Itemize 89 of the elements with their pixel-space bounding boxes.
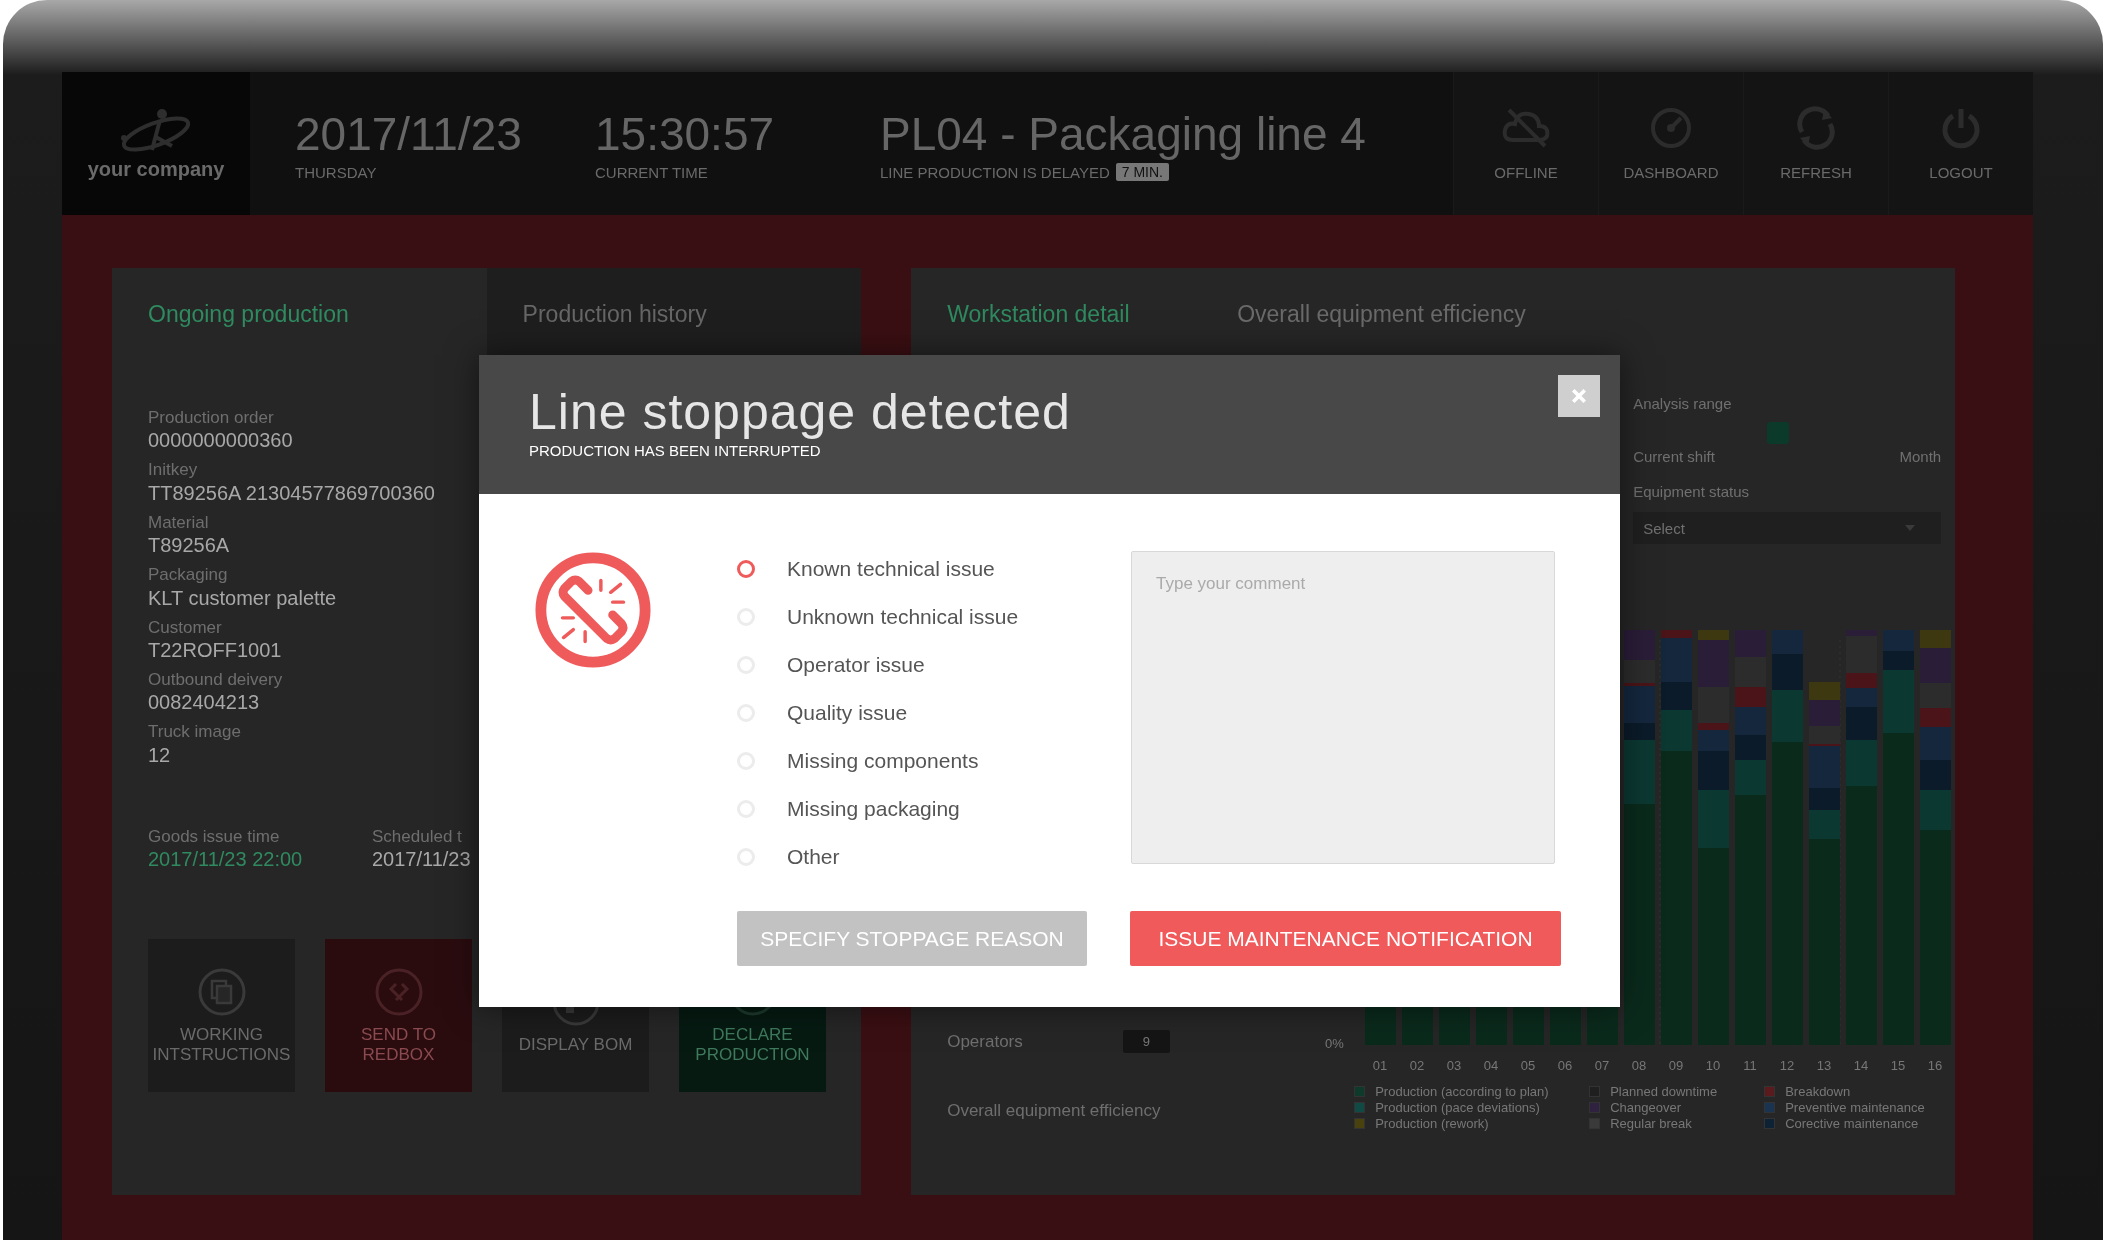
x-axis-label: 13 [1816,1058,1832,1073]
x-axis-label: 15 [1890,1058,1906,1073]
cloud-slash-icon [1501,106,1551,150]
field-label: Outbound deivery [148,669,283,691]
field-label: Production order [148,408,274,429]
legend-label: Production (according to plan) [1375,1084,1549,1099]
x-axis-label: 14 [1853,1058,1869,1073]
field-value: TT89256A 21304577869700360 [148,480,435,505]
field-label: Packaging [148,565,228,586]
field-value: 2017/11/23 [372,847,471,872]
legend-label: Production (rework) [1375,1116,1489,1131]
operators-label: Operators [947,1031,1023,1052]
weekday-text: THURSDAY [295,163,378,181]
x-axis-label: 01 [1372,1058,1388,1073]
legend-label: Regular break [1610,1116,1692,1131]
field-value: 0082404213 [148,690,260,715]
line-title: PL04 - Packaging line 4 [880,106,1366,162]
legend-label: Corective maintenance [1785,1116,1919,1131]
radio-button[interactable] [737,560,755,578]
field-label: Goods issue time [148,826,280,848]
delay-badge: 7 MIN. [1115,163,1169,182]
field-label: Scheduled t [372,826,462,848]
close-button[interactable] [1558,375,1600,417]
x-axis-label: 07 [1594,1058,1610,1073]
operators-count: 9 [1122,1030,1170,1053]
oee-label: Overall equipment efficiency [947,1101,1162,1121]
x-axis-label: 12 [1779,1058,1795,1073]
x-axis-label: 16 [1927,1058,1943,1073]
x-axis-label: 11 [1743,1058,1757,1073]
legend-label: Changeover [1610,1100,1681,1115]
x-axis-label: 05 [1520,1058,1536,1073]
reason-radio-option[interactable]: Missing components [737,745,979,777]
slider-thumb[interactable] [1766,422,1789,444]
field-label: Material [148,512,209,534]
reason-radio-option[interactable]: Operator issue [737,649,925,681]
refresh-button[interactable]: REFRESH [1743,72,1888,215]
documents-icon [196,967,247,1018]
x-axis-label: 08 [1631,1058,1647,1073]
field-label: Truck image [148,722,241,743]
line-status-text: LINE PRODUCTION IS DELAYED [880,163,1110,181]
field-value: T22ROFF1001 [148,637,282,662]
legend-label: Breakdown [1785,1084,1851,1099]
y-axis-tick-label: 0% [1325,1036,1344,1051]
specify-reason-button[interactable]: SPECIFY STOPPAGE REASON [737,911,1087,966]
logo-text: your company [87,158,225,181]
offline-button[interactable]: OFFLINE [1453,72,1598,215]
field-value: 2017/11/23 22:00 [148,847,303,872]
x-axis-label: 03 [1446,1058,1462,1073]
legend-label: Production (pace deviations) [1375,1100,1540,1115]
reason-radio-option[interactable]: Unknown technical issue [737,601,1019,633]
field-value: KLT customer palette [148,585,337,610]
refresh-icon [1794,106,1838,150]
date-text: 2017/11/23 [295,107,523,163]
reason-radio-option[interactable]: Other [737,841,840,873]
legend-label: Preventive maintenance [1785,1100,1925,1115]
field-label: Initkey [148,460,198,481]
x-axis-label: 04 [1483,1058,1499,1073]
dialog-title: Line stoppage detected [529,385,1071,440]
x-axis-label: 02 [1409,1058,1425,1073]
analysis-range-label: Analysis range [1633,395,1733,412]
redbox-tile-button[interactable]: SEND TO REDBOX [325,939,472,1093]
time-label: CURRENT TIME [595,163,709,181]
logout-button[interactable]: LOGOUT [1888,72,2033,215]
range-min-label: Current shift [1633,448,1715,465]
field-value: 0000000000360 [148,428,293,453]
gauge-icon [1649,106,1693,150]
dashboard-button[interactable]: DASHBOARD [1598,72,1743,215]
reason-radio-option[interactable]: Known technical issue [737,553,995,585]
dialog-subtitle: PRODUCTION HAS BEEN INTERRUPTED [529,442,822,459]
x-axis-label: 06 [1557,1058,1573,1073]
field-value: 12 [148,742,171,767]
range-max-label: Month [1899,448,1942,465]
field-value: T89256A [148,533,230,558]
reason-radio-option[interactable]: Missing packaging [737,793,960,825]
x-axis-label: 10 [1705,1058,1721,1073]
field-label: Customer [148,617,222,638]
equipment-status-label: Equipment status [1633,483,1751,500]
comment-field[interactable]: Type your comment [1131,551,1555,864]
time-text: 15:30:57 [595,107,776,163]
broken-link-icon [534,551,652,669]
x-axis-label: 09 [1668,1058,1684,1073]
issue-notification-button[interactable]: ISSUE MAINTENANCE NOTIFICATION [1130,911,1561,966]
caret-icon [1905,525,1916,531]
legend-label: Planned downtime [1610,1084,1718,1099]
documents-tile-button[interactable]: WORKING INTSTRUCTIONS [148,939,295,1093]
equipment-status-select[interactable]: Select [1633,512,1942,544]
reason-radio-option[interactable]: Quality issue [737,697,908,729]
close-icon [1571,388,1587,404]
broken-link-icon [373,967,424,1018]
